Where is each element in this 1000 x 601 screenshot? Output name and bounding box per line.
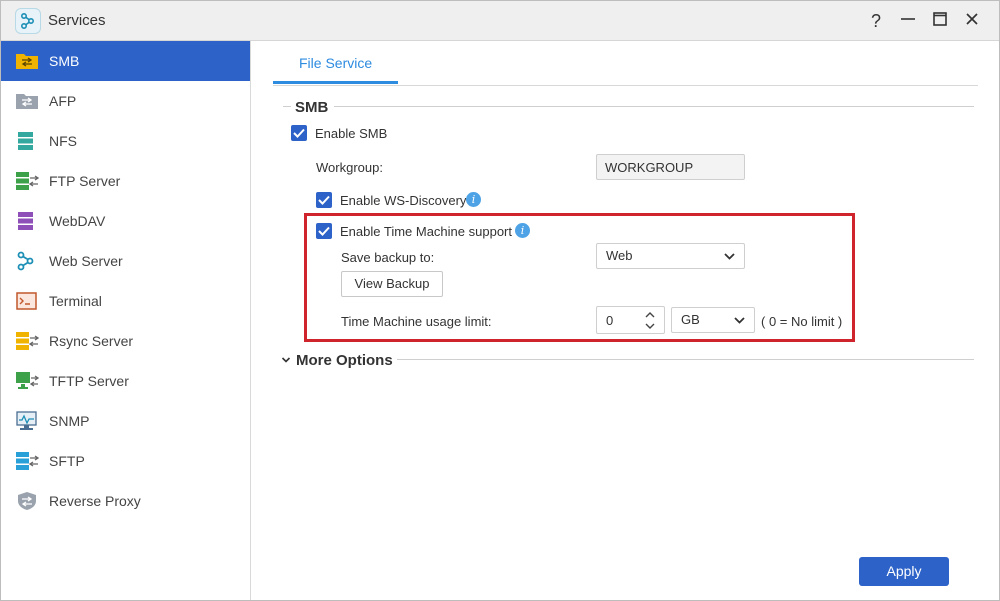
tftp-server-icon (16, 372, 39, 389)
usage-limit-hint: ( 0 = No limit ) (761, 314, 843, 329)
usage-limit-stepper[interactable]: 0 (596, 306, 665, 334)
ws-discovery-info-icon[interactable]: i (466, 192, 481, 207)
sidebar-item-snmp[interactable]: SNMP (1, 401, 250, 441)
view-backup-button[interactable]: View Backup (341, 271, 443, 297)
terminal-icon (16, 292, 37, 310)
workgroup-field[interactable]: WORKGROUP (596, 154, 745, 180)
sidebar-item-label: FTP Server (49, 173, 121, 189)
sidebar-item-label: SNMP (49, 413, 90, 429)
sidebar-item-rsync-server[interactable]: Rsync Server (1, 321, 250, 361)
section-divider (397, 359, 974, 360)
usage-limit-value: 0 (606, 313, 614, 328)
nfs-icon (18, 132, 33, 150)
sidebar-item-ftp-server[interactable]: FTP Server (1, 161, 250, 201)
sidebar-item-label: Terminal (49, 293, 102, 309)
close-icon[interactable] (961, 10, 983, 32)
chevron-up-icon[interactable] (644, 309, 656, 320)
window-title: Services (48, 12, 106, 29)
sidebar-item-nfs[interactable]: NFS (1, 121, 250, 161)
help-icon[interactable]: ? (865, 10, 887, 32)
sidebar-item-sftp[interactable]: SFTP (1, 441, 250, 481)
sidebar-item-afp[interactable]: AFP (1, 81, 250, 121)
usage-unit-select[interactable]: GB (671, 307, 755, 333)
save-backup-value: Web (606, 248, 633, 263)
apply-button[interactable]: Apply (859, 557, 949, 586)
sidebar-item-tftp-server[interactable]: TFTP Server (1, 361, 250, 401)
ws-discovery-label: Enable WS-Discovery (340, 193, 467, 208)
sidebar-item-smb[interactable]: SMB (1, 41, 250, 81)
sidebar-item-webdav[interactable]: WebDAV (1, 201, 250, 241)
sidebar-item-label: Rsync Server (49, 333, 134, 349)
minimize-icon[interactable] (897, 10, 919, 32)
smb-section-title: SMB (295, 99, 329, 116)
chevron-down-icon (734, 308, 745, 340)
sidebar: SMB AFP NFS FTP Server WebDAV Web Server… (1, 41, 251, 600)
sidebar-item-label: NFS (49, 133, 77, 149)
tab-file-service[interactable]: File Service (273, 41, 398, 84)
sidebar-item-label: Reverse Proxy (49, 493, 141, 509)
smb-icon (16, 54, 38, 69)
sidebar-item-label: SMB (49, 53, 80, 69)
sidebar-item-label: AFP (49, 93, 77, 109)
time-machine-info-icon[interactable]: i (515, 223, 530, 238)
reverse-proxy-icon (18, 492, 36, 510)
maximize-icon[interactable] (929, 10, 951, 32)
sidebar-item-label: SFTP (49, 453, 85, 469)
sidebar-item-label: Web Server (49, 253, 123, 269)
usage-limit-label: Time Machine usage limit: (341, 314, 492, 329)
title-bar: Services ? (1, 1, 999, 41)
sftp-icon (16, 452, 39, 470)
usage-unit-value: GB (681, 312, 700, 327)
sidebar-item-terminal[interactable]: Terminal (1, 281, 250, 321)
web-server-icon (17, 251, 34, 271)
tab-label: File Service (299, 55, 373, 71)
more-options-toggle[interactable]: More Options (296, 352, 393, 369)
ftp-server-icon (16, 172, 39, 190)
services-app-icon (15, 8, 41, 34)
rsync-server-icon (16, 332, 39, 350)
workgroup-label: Workgroup: (316, 160, 383, 175)
section-divider (334, 106, 974, 107)
webdav-icon (18, 212, 33, 230)
sidebar-item-label: TFTP Server (49, 373, 129, 389)
tab-divider (273, 85, 978, 86)
afp-icon (16, 94, 38, 109)
chevron-down-icon[interactable] (644, 321, 656, 332)
save-backup-label: Save backup to: (341, 250, 435, 265)
active-tab-indicator (273, 81, 398, 84)
ws-discovery-checkbox[interactable] (316, 192, 332, 208)
services-window: Services ? SMB AFP NFS FTP Server WebDAV… (0, 0, 1000, 601)
section-divider-left (283, 106, 291, 107)
sidebar-item-web-server[interactable]: Web Server (1, 241, 250, 281)
time-machine-label: Enable Time Machine support (340, 224, 512, 239)
snmp-icon (16, 411, 37, 430)
save-backup-select[interactable]: Web (596, 243, 745, 269)
enable-smb-checkbox[interactable] (291, 125, 307, 141)
chevron-down-icon (724, 244, 735, 276)
expand-chevron-icon[interactable] (281, 353, 293, 367)
sidebar-item-label: WebDAV (49, 213, 106, 229)
enable-smb-label: Enable SMB (315, 126, 388, 141)
sidebar-item-reverse-proxy[interactable]: Reverse Proxy (1, 481, 250, 521)
time-machine-checkbox[interactable] (316, 223, 332, 239)
